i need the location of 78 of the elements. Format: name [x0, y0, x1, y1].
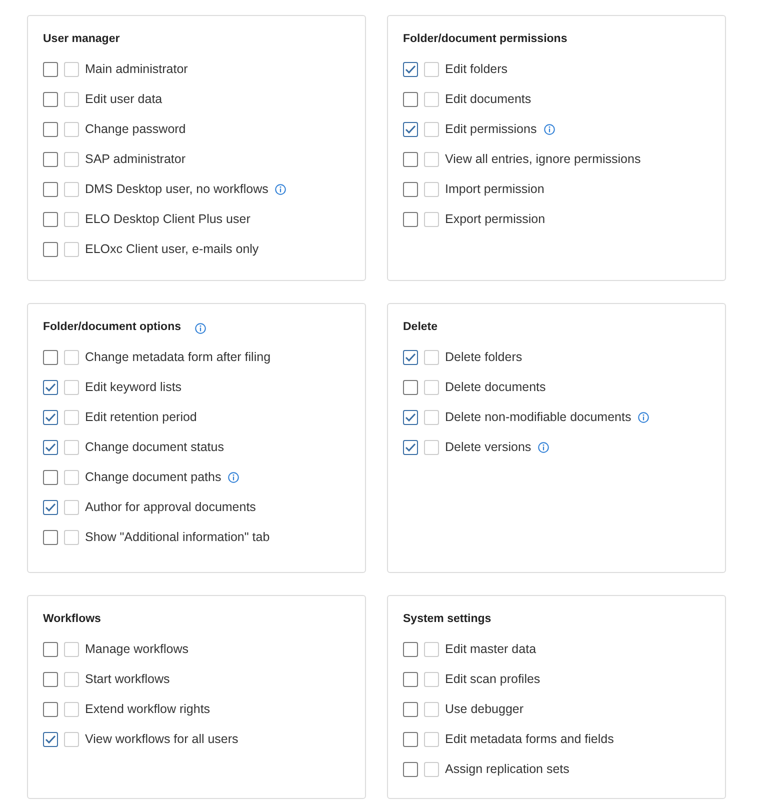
checkbox[interactable] — [43, 530, 58, 544]
checkbox[interactable] — [43, 672, 58, 686]
checkbox[interactable] — [43, 350, 58, 364]
checkbox[interactable] — [403, 92, 418, 106]
permission-label: Edit permissions — [445, 120, 537, 138]
permission-label: Manage workflows — [85, 640, 189, 658]
permission-label: Main administrator — [85, 60, 188, 78]
checkbox[interactable] — [43, 440, 58, 454]
info-icon[interactable] — [538, 442, 550, 452]
checkbox[interactable] — [43, 410, 58, 424]
permission-label: Edit user data — [85, 90, 162, 108]
permission-label: ELO Desktop Client Plus user — [85, 210, 250, 228]
checkbox[interactable] — [403, 410, 418, 424]
checkbox[interactable] — [403, 762, 418, 776]
permission-label: Delete non-modifiable documents — [445, 408, 632, 426]
info-icon[interactable] — [228, 472, 240, 482]
permission-label: Change metadata form after filing — [85, 348, 271, 366]
permission-label: Edit scan profiles — [445, 670, 540, 688]
checkbox[interactable] — [43, 92, 58, 106]
permission-label: View workflows for all users — [85, 730, 238, 748]
checkbox[interactable] — [43, 152, 58, 166]
checkbox[interactable] — [43, 702, 58, 716]
permission-label: Edit folders — [445, 60, 508, 78]
permission-label: Change document paths — [85, 468, 222, 486]
info-icon[interactable] — [275, 184, 286, 194]
checkbox[interactable] — [403, 672, 418, 686]
checkbox[interactable] — [403, 440, 418, 454]
checkbox[interactable] — [403, 152, 418, 166]
checkbox[interactable] — [43, 380, 58, 394]
permission-label: Export permission — [445, 210, 546, 228]
permission-label: Change document status — [85, 438, 224, 456]
checkbox[interactable] — [403, 212, 418, 226]
permission-label: Delete versions — [445, 438, 532, 456]
panel-title: Delete — [403, 320, 438, 336]
permission-label: Edit metadata forms and fields — [445, 730, 614, 748]
panel-title: User manager — [43, 32, 120, 48]
permission-label: Import permission — [445, 180, 544, 198]
panel-title: Workflows — [43, 612, 101, 628]
permission-label: Extend workflow rights — [85, 700, 210, 718]
permission-label: Show "Additional information" tab — [85, 528, 270, 546]
permission-label: Delete documents — [445, 378, 546, 396]
checkbox[interactable] — [403, 642, 418, 656]
checkbox[interactable] — [43, 182, 58, 196]
checkbox[interactable] — [403, 350, 418, 364]
checkbox[interactable] — [403, 380, 418, 394]
permission-label: Edit keyword lists — [85, 378, 182, 396]
permission-label: Start workflows — [85, 670, 170, 688]
checkbox[interactable] — [43, 212, 58, 226]
checkbox[interactable] — [43, 500, 58, 514]
permission-label: Assign replication sets — [445, 760, 570, 778]
checkbox[interactable] — [403, 732, 418, 746]
panel-title: System settings — [403, 612, 492, 628]
checkbox[interactable] — [403, 702, 418, 716]
checkbox[interactable] — [43, 642, 58, 656]
permission-label: DMS Desktop user, no workflows — [85, 180, 268, 198]
checkbox[interactable] — [43, 62, 58, 76]
permission-label: Edit documents — [445, 90, 532, 108]
permission-label: Change password — [85, 120, 186, 138]
checkbox[interactable] — [43, 122, 58, 136]
permission-label: Author for approval documents — [85, 498, 256, 516]
panel-title: Folder/document options — [43, 320, 181, 336]
checkbox[interactable] — [43, 242, 58, 256]
info-icon[interactable] — [195, 322, 206, 334]
permission-label: Use debugger — [445, 700, 524, 718]
permission-label: Edit master data — [445, 640, 536, 658]
checkbox[interactable] — [403, 122, 418, 136]
permission-label: ELOxc Client user, e-mails only — [85, 240, 259, 258]
permission-label: Delete folders — [445, 348, 522, 366]
checkbox[interactable] — [403, 182, 418, 196]
info-icon[interactable] — [544, 124, 555, 134]
permission-label: Edit retention period — [85, 408, 197, 426]
checkbox[interactable] — [43, 470, 58, 484]
checkbox[interactable] — [43, 732, 58, 746]
info-icon[interactable] — [638, 412, 650, 422]
permission-label: View all entries, ignore permissions — [445, 150, 641, 168]
permission-label: SAP administrator — [85, 150, 186, 168]
panel-title: Folder/document permissions — [403, 32, 568, 48]
checkbox[interactable] — [403, 62, 418, 76]
